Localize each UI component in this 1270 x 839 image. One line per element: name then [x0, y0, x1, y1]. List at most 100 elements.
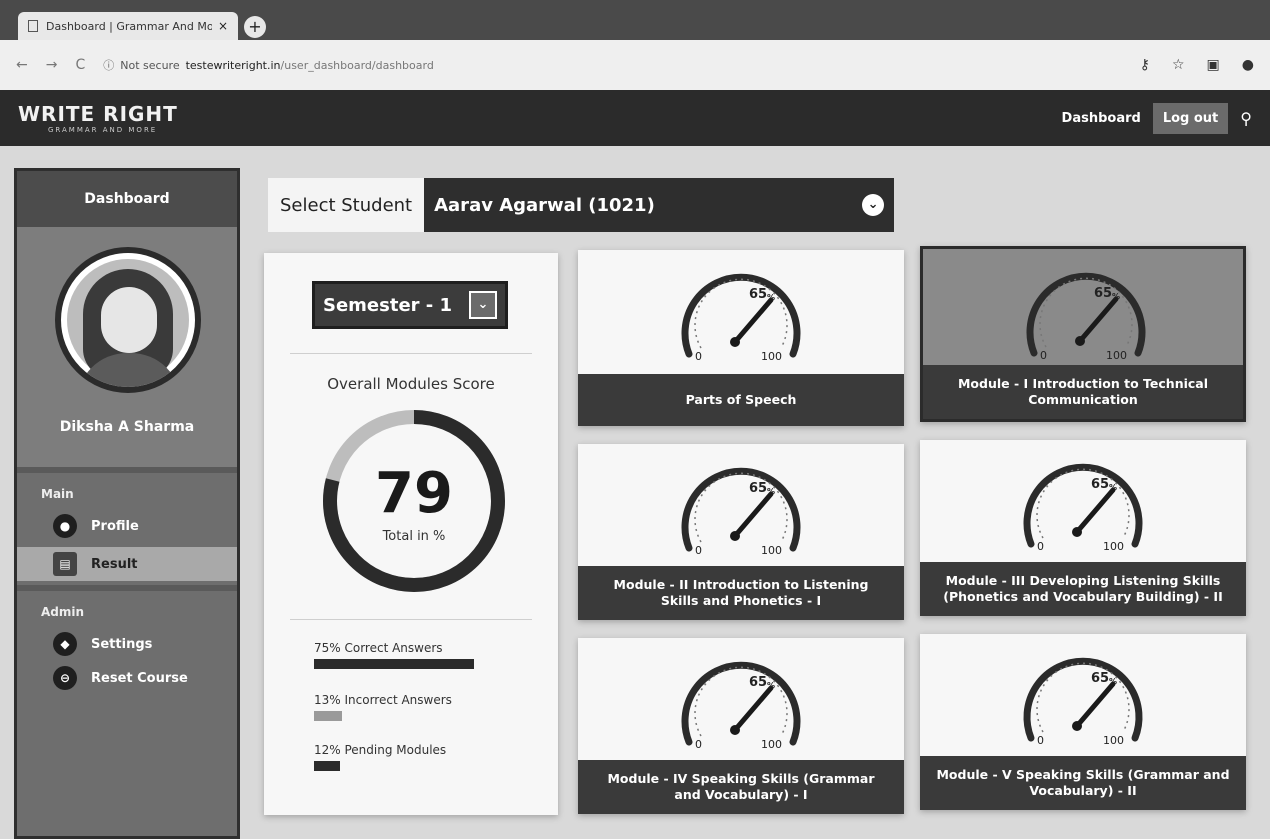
sidebar-item-label: Settings: [91, 636, 153, 652]
browser-tab[interactable]: Dashboard | Grammar And Mo ×: [18, 12, 238, 40]
gauge-max: 100: [761, 350, 782, 362]
module-title: Module - II Introduction to Listening Sk…: [578, 566, 904, 620]
stat-correct-bar: [314, 659, 474, 669]
close-tab-icon[interactable]: ×: [218, 19, 228, 33]
gauge-max: 100: [1106, 349, 1127, 361]
score-caption: Total in %: [382, 529, 446, 544]
sidebar-item-label: Result: [91, 556, 138, 572]
document-icon: ▤: [53, 552, 77, 576]
gauge-max: 100: [761, 544, 782, 556]
module-title: Parts of Speech: [578, 374, 904, 426]
back-icon[interactable]: ←: [16, 57, 28, 73]
chevron-down-icon[interactable]: ⌄: [862, 194, 885, 216]
student-dropdown-value: Aarav Agarwal (1021): [434, 194, 655, 216]
search-icon[interactable]: ⚲: [1240, 109, 1252, 128]
student-dropdown[interactable]: Aarav Agarwal (1021) ⌄: [424, 178, 895, 232]
module-card[interactable]: 65 % 0 100 Module - II Introduction to L…: [578, 444, 904, 620]
url-field[interactable]: ⓘ Not secure testewriteright.in /user_da…: [103, 57, 1139, 73]
module-card[interactable]: 65 % 0 100 Module - I Introduction to Te…: [920, 246, 1246, 422]
page-icon: [28, 20, 38, 32]
sidebar: Dashboard Diksha A Sharma Main ● Profile…: [14, 168, 240, 839]
score-donut: 79 Total in %: [316, 403, 512, 599]
semester-value: Semester - 1: [323, 294, 453, 316]
user-icon: ●: [53, 514, 77, 538]
overall-score-title: Overall Modules Score: [327, 375, 495, 393]
gauge-icon: 65 % 0 100: [1023, 463, 1143, 552]
gauge-value: 65: [749, 675, 767, 690]
module-card[interactable]: 65 % 0 100 Module - IV Speaking Skills (…: [578, 638, 904, 814]
gauge-icon: 65 % 0 100: [681, 661, 801, 750]
gauge-needle: [1074, 487, 1116, 535]
info-icon[interactable]: ⓘ: [103, 57, 114, 73]
logout-button[interactable]: Log out: [1152, 102, 1229, 134]
sidebar-item-result[interactable]: ▤ Result: [17, 547, 237, 581]
gauge-needle: [1077, 296, 1119, 344]
gauge-unit: %: [767, 487, 775, 496]
gauge-min: 0: [1040, 349, 1047, 361]
module-title: Module - I Introduction to Technical Com…: [923, 365, 1243, 419]
module-title: Module - V Speaking Skills (Grammar and …: [920, 756, 1246, 810]
module-card[interactable]: 65 % 0 100 Module - V Speaking Skills (G…: [920, 634, 1246, 810]
not-secure-label: Not secure: [120, 58, 180, 72]
gauge-icon: 65 % 0 100: [1023, 657, 1143, 746]
chevron-down-icon[interactable]: ⌄: [469, 291, 497, 319]
sidebar-item-label: Reset Course: [91, 670, 188, 686]
gauge-needle: [732, 297, 774, 345]
gauge-unit: %: [767, 681, 775, 690]
gauge-needle: [732, 491, 774, 539]
extension-icon[interactable]: ▣: [1207, 57, 1220, 73]
reset-icon: ⊖: [53, 666, 77, 690]
gauge-needle: [1074, 681, 1116, 729]
logo-tagline: GRAMMAR AND MORE: [48, 126, 158, 134]
account-icon[interactable]: ●: [1242, 57, 1254, 73]
dashboard-link[interactable]: Dashboard: [1062, 111, 1141, 126]
sidebar-title: Dashboard: [17, 171, 237, 227]
gauge-needle: [732, 685, 774, 733]
gauge-value: 65: [1094, 286, 1112, 301]
stat-correct-label: 75% Correct Answers: [314, 641, 443, 655]
new-tab-button[interactable]: +: [244, 16, 266, 38]
star-icon[interactable]: ☆: [1172, 57, 1185, 73]
browser-tab-bar: Dashboard | Grammar And Mo × +: [0, 0, 1270, 40]
forward-icon[interactable]: →: [46, 57, 58, 73]
module-card[interactable]: 65 % 0 100 Module - III Developing Liste…: [920, 440, 1246, 616]
sidebar-item-reset-course[interactable]: ⊖ Reset Course: [17, 661, 237, 695]
sidebar-item-settings[interactable]: ◆ Settings: [17, 627, 237, 661]
gauge-icon: 65 % 0 100: [1026, 272, 1146, 361]
gauge-min: 0: [1037, 540, 1044, 552]
avatar: [55, 247, 201, 393]
stat-incorrect-bar: [314, 711, 342, 721]
gauge-icon: 65 % 0 100: [681, 273, 801, 362]
reload-icon[interactable]: C: [75, 57, 85, 73]
sidebar-item-label: Profile: [91, 518, 139, 534]
gauge-unit: %: [1109, 483, 1117, 492]
gauge-max: 100: [1103, 540, 1124, 552]
stat-pending-bar: [314, 761, 340, 771]
gauge-max: 100: [761, 738, 782, 750]
gauge-value: 65: [749, 481, 767, 496]
key-icon[interactable]: ⚷: [1140, 57, 1150, 73]
logo-text: WRITE RIGHT: [18, 102, 178, 126]
gauge-min: 0: [695, 544, 702, 556]
gauge-min: 0: [695, 350, 702, 362]
url-path: /user_dashboard/dashboard: [280, 58, 434, 72]
student-selector: Select Student Aarav Agarwal (1021) ⌄: [268, 178, 895, 232]
semester-dropdown[interactable]: Semester - 1 ⌄: [312, 281, 508, 329]
stat-pending-label: 12% Pending Modules: [314, 743, 447, 757]
shield-icon: ◆: [53, 632, 77, 656]
tab-title: Dashboard | Grammar And Mo: [46, 19, 212, 33]
logo[interactable]: WRITE RIGHT GRAMMAR AND MORE: [18, 102, 178, 134]
gauge-unit: %: [1109, 677, 1117, 686]
gauge-max: 100: [1103, 734, 1124, 746]
gauge-value: 65: [749, 287, 767, 302]
select-student-label: Select Student: [268, 178, 425, 232]
gauge-value: 65: [1091, 477, 1109, 492]
module-title: Module - IV Speaking Skills (Grammar and…: [578, 760, 904, 814]
sidebar-item-profile[interactable]: ● Profile: [17, 509, 237, 543]
main-heading: Main: [41, 487, 74, 501]
module-title: Module - III Developing Listening Skills…: [920, 562, 1246, 616]
gauge-unit: %: [1112, 292, 1120, 301]
module-card[interactable]: 65 % 0 100 Parts of Speech: [578, 250, 904, 426]
url-host: testewriteright.in: [185, 58, 281, 72]
gauge-icon: 65 % 0 100: [681, 467, 801, 556]
